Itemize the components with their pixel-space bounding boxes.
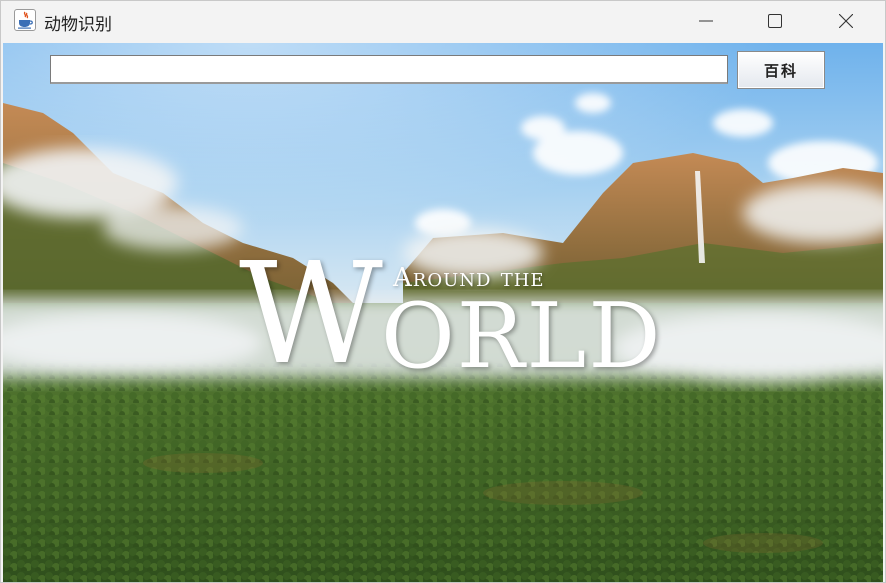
window-title: 动物识别 <box>44 15 112 35</box>
minimize-button[interactable] <box>683 1 729 41</box>
maximize-icon <box>768 14 782 28</box>
title-bar[interactable]: 动物识别 <box>1 1 885 43</box>
java-cup-icon <box>14 9 36 31</box>
logo-initial: W <box>239 233 383 396</box>
close-button[interactable] <box>823 1 869 41</box>
minimize-icon <box>699 20 713 22</box>
close-icon <box>839 14 853 28</box>
maximize-button[interactable] <box>752 1 798 41</box>
app-window: 动物识别 百科 W Around the ORLD <box>0 0 886 583</box>
logo-title: ORLD <box>381 284 663 389</box>
content-panel: 百科 W Around the ORLD <box>3 43 883 582</box>
baike-button[interactable]: 百科 <box>737 51 825 89</box>
search-input[interactable] <box>50 55 728 84</box>
